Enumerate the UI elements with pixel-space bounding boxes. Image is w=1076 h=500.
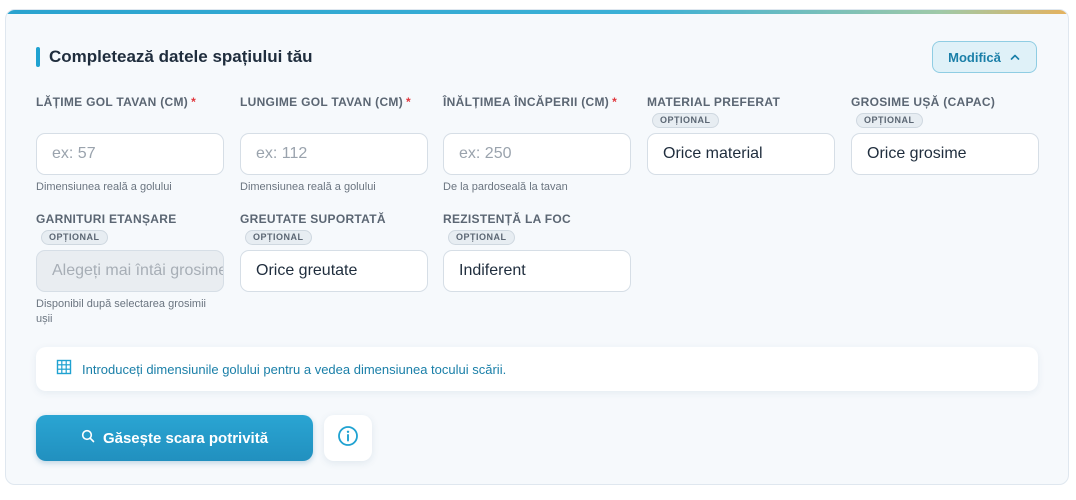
optional-badge: OPȚIONAL [448,230,515,245]
field-garnituri-label: GARNITURI ETANȘARE [36,212,177,226]
field-grosime: GROSIME UȘĂ (CAPAC) OPȚIONAL Orice grosi… [851,95,1039,175]
garnituri-help: Disponibil după selectarea grosimii ușii [36,298,206,325]
field-inaltime-label: ÎNĂLȚIMEA ÎNCĂPERII (CM) * [443,95,618,109]
search-form-card: Completează datele spațiului tău Modific… [5,9,1069,485]
optional-badge: OPȚIONAL [652,113,719,128]
field-greutate: GREUTATE SUPORTATĂ OPȚIONAL Orice greuta… [240,212,428,292]
field-material-label: MATERIAL PREFERAT [647,95,781,109]
title-accent-bar [36,47,40,67]
field-material: MATERIAL PREFERAT OPȚIONAL Orice materia… [647,95,835,175]
inaltime-help: De la pardoseală la tavan [443,181,568,193]
garnituri-select: Alegeți mai întâi grosimea [36,250,224,292]
greutate-select[interactable]: Orice greutate [240,250,428,292]
info-button[interactable] [324,415,372,461]
field-lungime-label: LUNGIME GOL TAVAN (CM) * [240,95,412,109]
optional-badge: OPȚIONAL [245,230,312,245]
inaltime-input[interactable]: ex: 250 [443,133,631,175]
material-select[interactable]: Orice material [647,133,835,175]
find-ladder-button-label: Găsește scara potrivită [102,429,269,447]
field-greutate-label: GREUTATE SUPORTATĂ [240,212,386,226]
gradient-top-bar [6,10,1068,14]
field-grosime-label: GROSIME UȘĂ (CAPAC) [851,95,996,109]
field-lungime: LUNGIME GOL TAVAN (CM) * ex: 112 Dimensiu… [240,95,428,193]
chevron-up-icon [1009,51,1021,63]
field-garnituri: GARNITURI ETANȘARE OPȚIONAL Alegeți mai … [36,212,224,325]
find-ladder-button[interactable]: Găsește scara potrivită [36,415,313,461]
latime-help: Dimensiunea reală a golului [36,181,172,193]
form-header: Completează datele spațiului tău [36,47,313,67]
grosime-select[interactable]: Orice grosime [851,133,1039,175]
lungime-input[interactable]: ex: 112 [240,133,428,175]
info-icon [337,425,359,452]
field-latime: LĂȚIME GOL TAVAN (CM) * ex: 57 Dimensiune… [36,95,224,193]
optional-badge: OPȚIONAL [41,230,108,245]
form-title: Completează datele spațiului tău [49,47,313,66]
info-bar: Introduceți dimensiunile golului pentru … [36,347,1038,391]
field-rezistenta-label: REZISTENȚĂ LA FOC [443,212,571,226]
info-text: Introduceți dimensiunile golului pentru … [82,361,507,377]
rezistenta-select[interactable]: Indiferent [443,250,631,292]
grid-icon [56,359,72,380]
field-inaltime: ÎNĂLȚIMEA ÎNCĂPERII (CM) * ex: 250 De la … [443,95,631,193]
lungime-help: Dimensiunea reală a golului [240,181,376,193]
field-rezistenta: REZISTENȚĂ LA FOC OPȚIONAL Indiferent [443,212,631,292]
modify-button[interactable]: Modifică [932,41,1037,73]
optional-badge: OPȚIONAL [856,113,923,128]
field-latime-label: LĂȚIME GOL TAVAN (CM) * [36,95,197,109]
modify-button-label: Modifică [948,49,1001,65]
search-icon [81,429,95,447]
latime-input[interactable]: ex: 57 [36,133,224,175]
